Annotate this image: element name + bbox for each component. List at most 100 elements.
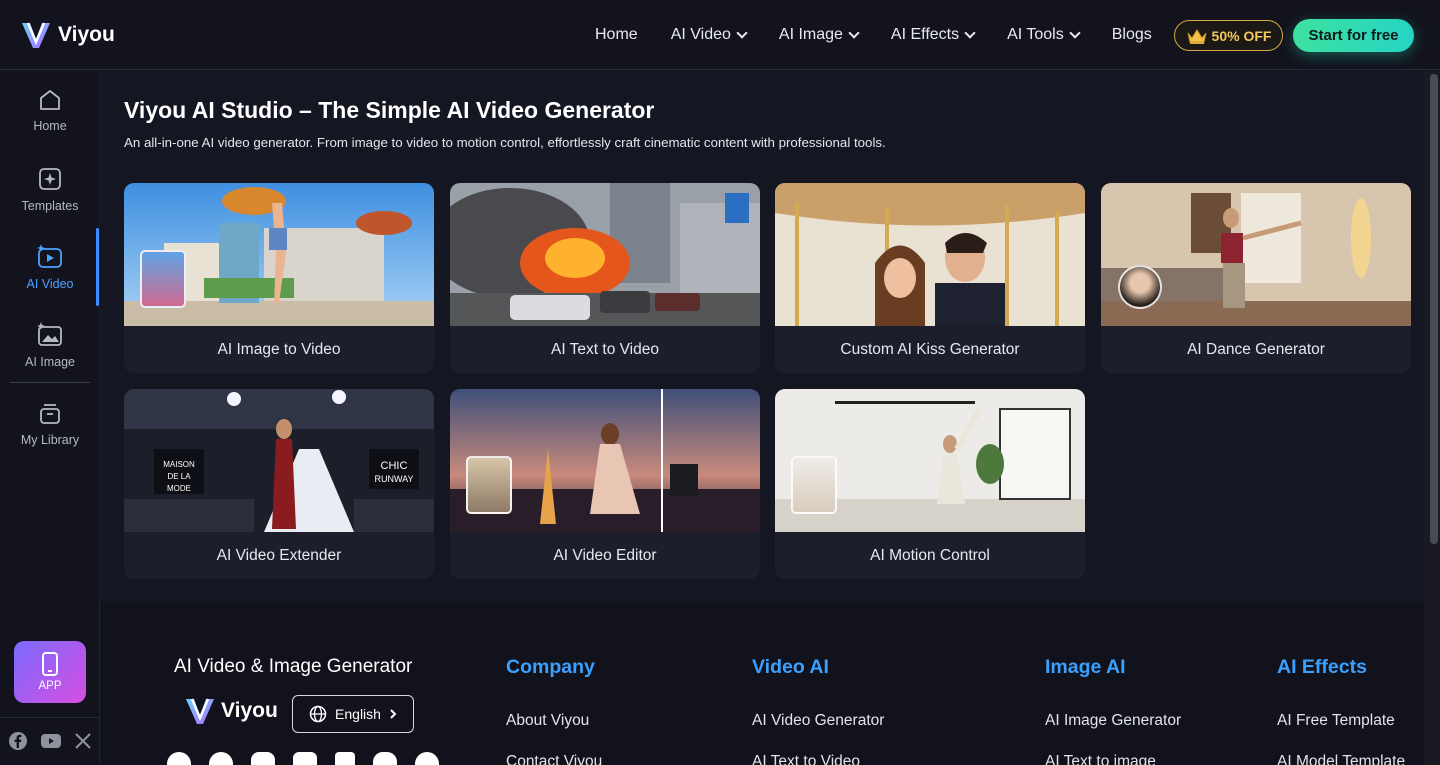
svg-text:CHIC: CHIC: [381, 460, 408, 472]
card-label: AI Video Editor: [553, 546, 657, 564]
tool-card-text-to-video[interactable]: AI Text to Video: [450, 183, 760, 373]
brand-name: Viyou: [221, 699, 278, 722]
language-selector[interactable]: English: [292, 695, 414, 733]
nav-label: Blogs: [1111, 26, 1152, 43]
svg-text:MODE: MODE: [167, 484, 191, 493]
chevron-down-icon: [736, 27, 748, 39]
x-icon[interactable]: [74, 732, 92, 750]
nav-home[interactable]: Home: [595, 26, 638, 44]
brand-name: Viyou: [58, 23, 115, 46]
top-navbar: Viyou Home AI Video AI Image AI Effects …: [0, 0, 1440, 70]
chevron-down-icon: [1069, 27, 1081, 39]
footer-link[interactable]: AI Free Template: [1277, 712, 1395, 730]
sidebar-item-templates[interactable]: Templates: [0, 165, 100, 213]
youtube-icon[interactable]: [293, 752, 317, 765]
app-label: APP: [38, 680, 62, 692]
tiktok-icon[interactable]: [335, 752, 355, 765]
phone-icon: [42, 652, 58, 676]
tool-card-motion-control[interactable]: AI Motion Control: [775, 389, 1085, 579]
nav-label: AI Tools: [1007, 26, 1064, 43]
discount-label: 50% OFF: [1211, 27, 1272, 44]
facebook-icon[interactable]: [8, 731, 28, 751]
discord-icon[interactable]: [373, 752, 397, 765]
threads-icon[interactable]: [415, 752, 439, 765]
nav-label: Home: [595, 26, 638, 43]
main-content: Viyou AI Studio – The Simple AI Video Ge…: [101, 71, 1424, 602]
sidebar-social-links: [8, 731, 92, 751]
sidebar-item-label: Home: [33, 119, 67, 133]
sidebar-divider: [10, 382, 90, 383]
x-icon[interactable]: [209, 752, 233, 765]
brand-logo[interactable]: Viyou: [20, 20, 115, 50]
app-download-button[interactable]: APP: [14, 641, 86, 703]
card-label: AI Text to Video: [550, 340, 659, 358]
sidebar-item-label: Templates: [21, 199, 79, 213]
active-indicator: [96, 228, 99, 306]
footer-link[interactable]: AI Video Generator: [752, 712, 884, 730]
nav-label: AI Video: [670, 26, 731, 43]
footer-link[interactable]: AI Text to Video: [752, 753, 860, 765]
sidebar-item-ai-video[interactable]: AI Video: [0, 243, 100, 291]
sidebar-item-home[interactable]: Home: [0, 87, 100, 133]
footer-link[interactable]: About Viyou: [506, 712, 589, 730]
crown-icon: [1187, 28, 1207, 44]
source-image-thumbnail: [466, 456, 512, 514]
footer-link[interactable]: Contact Viyou: [506, 753, 602, 765]
footer-heading-ai-effects: AI Effects: [1277, 656, 1367, 678]
nav-ai-tools[interactable]: AI Tools: [1007, 26, 1081, 44]
chevron-down-icon: [964, 27, 976, 39]
nav-ai-image[interactable]: AI Image: [778, 26, 860, 44]
source-image-thumbnail: [791, 456, 837, 514]
source-image-thumbnail: [140, 250, 186, 308]
card-label: AI Video Extender: [216, 546, 342, 564]
tool-card-dance-generator[interactable]: AI Dance Generator: [1101, 183, 1411, 373]
footer-social-links: [167, 752, 439, 765]
card-label: AI Dance Generator: [1187, 340, 1325, 358]
source-image-thumbnail: [1118, 265, 1162, 309]
card-label: Custom AI Kiss Generator: [840, 340, 1020, 358]
nav-label: AI Image: [778, 26, 843, 43]
library-icon: [40, 404, 60, 424]
nav-label: AI Effects: [890, 26, 960, 43]
chevron-down-icon: [848, 27, 860, 39]
instagram-icon[interactable]: [251, 752, 275, 765]
sidebar-divider: [0, 717, 100, 718]
footer-heading-image-ai: Image AI: [1045, 656, 1126, 678]
page-title: Viyou AI Studio – The Simple AI Video Ge…: [124, 97, 655, 123]
card-label: AI Image to Video: [217, 340, 341, 358]
tool-card-video-extender[interactable]: MAISON DE LA MODE CHIC RUNWAY AI Video E…: [124, 389, 434, 579]
tool-card-image-to-video[interactable]: AI Image to Video: [124, 183, 434, 373]
card-label: AI Motion Control: [870, 546, 990, 564]
footer-link[interactable]: AI Image Generator: [1045, 712, 1181, 730]
card-thumbnail: [450, 183, 760, 326]
discount-badge-button[interactable]: 50% OFF: [1174, 20, 1283, 51]
sidebar-item-ai-image[interactable]: AI Image: [0, 321, 100, 369]
youtube-icon[interactable]: [40, 732, 62, 750]
ai-image-icon: [37, 322, 62, 346]
tool-card-video-editor[interactable]: AI Video Editor: [450, 389, 760, 579]
footer-link[interactable]: AI Model Template: [1277, 753, 1405, 765]
nav-ai-video[interactable]: AI Video: [670, 26, 748, 44]
sidebar-item-label: AI Video: [26, 277, 74, 291]
page-subtitle: An all-in-one AI video generator. From i…: [124, 135, 886, 150]
footer-link[interactable]: AI Text to image: [1045, 753, 1156, 765]
facebook-icon[interactable]: [167, 752, 191, 765]
footer-logo[interactable]: Viyou: [184, 696, 278, 726]
page-scrollbar-thumb[interactable]: [1430, 74, 1438, 544]
card-thumbnail: MAISON DE LA MODE CHIC RUNWAY: [124, 389, 434, 532]
sidebar-item-my-library[interactable]: My Library: [0, 401, 100, 447]
globe-icon: [309, 705, 327, 723]
start-for-free-button[interactable]: Start for free: [1293, 19, 1414, 52]
nav-ai-effects[interactable]: AI Effects: [890, 26, 976, 44]
site-footer: AI Video & Image Generator Viyou English…: [101, 602, 1424, 765]
ai-video-icon: [37, 244, 62, 268]
tool-card-kiss-generator[interactable]: Custom AI Kiss Generator: [775, 183, 1085, 373]
footer-heading-company: Company: [506, 656, 595, 678]
left-sidebar: Home Templates AI Video AI Image My Libr…: [0, 71, 100, 765]
nav-blogs[interactable]: Blogs: [1112, 26, 1152, 44]
sidebar-item-label: AI Image: [24, 355, 76, 369]
main-nav: Home AI Video AI Image AI Effects AI Too…: [595, 0, 1185, 70]
svg-text:MAISON: MAISON: [163, 460, 195, 469]
chevron-right-icon: [390, 709, 397, 719]
language-label: English: [335, 706, 381, 722]
